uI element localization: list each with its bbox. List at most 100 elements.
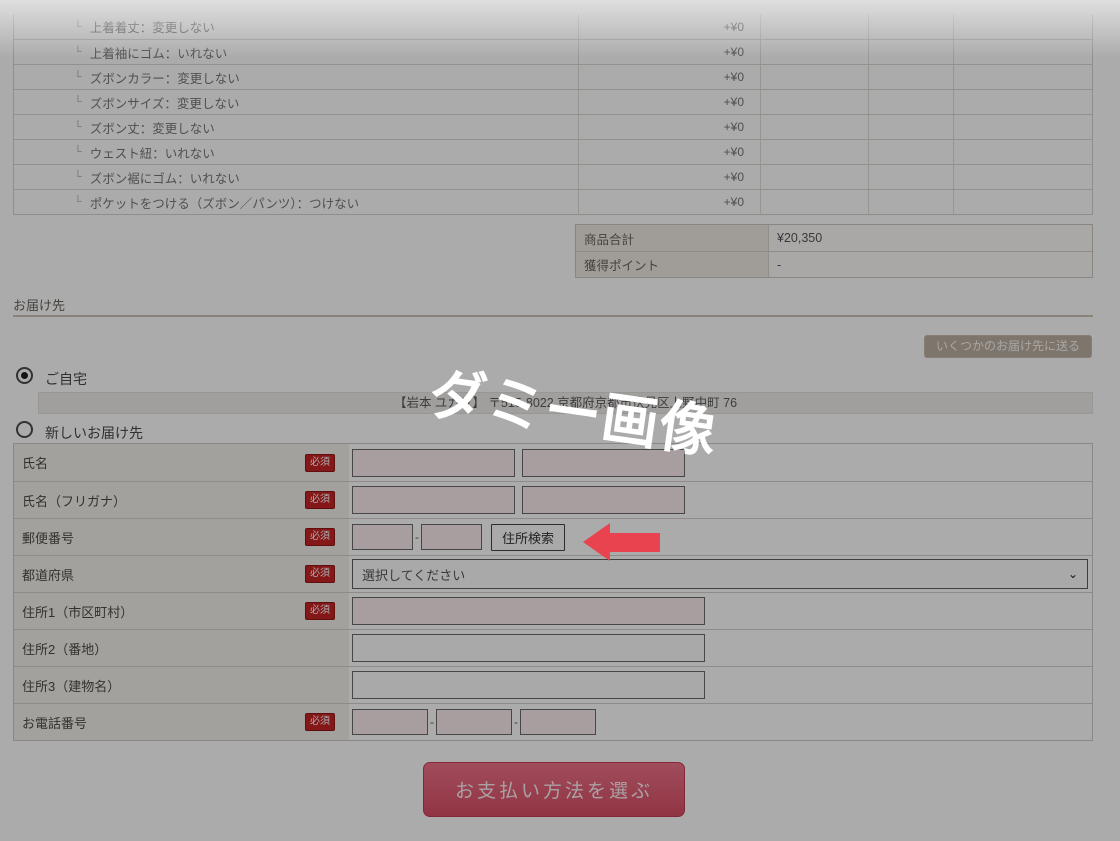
option-empty-cell: [953, 40, 1092, 64]
option-empty-cell: [760, 165, 868, 189]
option-row: └ ウェスト紐：いれない +¥0: [14, 139, 1092, 164]
tree-branch-icon: └: [74, 21, 82, 33]
option-price: +¥0: [578, 115, 760, 139]
home-address-radio-label[interactable]: ご自宅: [45, 369, 87, 389]
option-row: └上着袖にゴム：いれない +¥0: [14, 39, 1092, 64]
phone-input-3[interactable]: [520, 709, 596, 735]
option-empty-cell: [953, 90, 1092, 114]
phone-input-2[interactable]: [436, 709, 512, 735]
postal-code-input-1[interactable]: [352, 524, 413, 550]
order-totals-table: 商品合計 ¥20,350 獲得ポイント -: [575, 224, 1093, 278]
option-row: └ポケットをつける（ズボン／パンツ）：つけない +¥0: [14, 189, 1092, 214]
address2-input[interactable]: [352, 634, 705, 662]
new-address-radio[interactable]: [16, 421, 33, 438]
option-label: ポケットをつける（ズボン／パンツ）：つけない: [90, 193, 359, 212]
option-empty-cell: [868, 40, 953, 64]
option-row: └上着着丈：変更しない +¥0: [14, 14, 1092, 39]
option-label: 上着着丈：変更しない: [90, 17, 215, 36]
choose-payment-method-button[interactable]: お支払い方法を選ぶ: [423, 762, 685, 817]
address1-input[interactable]: [352, 597, 705, 625]
last-name-input[interactable]: [352, 449, 515, 477]
form-row-phone: お電話番号 必須 - -: [14, 703, 1092, 740]
option-label: ズボンカラー：変更しない: [90, 68, 240, 87]
tree-branch-icon: └: [74, 121, 82, 133]
required-badge: 必須: [305, 454, 335, 472]
field-label: 住所2（番地）: [22, 639, 107, 658]
option-empty-cell: [868, 165, 953, 189]
field-label: 氏名: [22, 453, 48, 472]
field-label: 住所3（建物名）: [22, 676, 120, 695]
address3-input[interactable]: [352, 671, 705, 699]
prefecture-select[interactable]: 選択してください ⌄: [352, 559, 1088, 589]
tree-branch-icon: └: [74, 46, 82, 58]
field-label: 氏名（フリガナ）: [22, 491, 126, 510]
form-row-name: 氏名 必須: [14, 444, 1092, 481]
option-empty-cell: [760, 40, 868, 64]
option-label: ズボン丈：変更しない: [90, 118, 215, 137]
field-label: 住所1（市区町村）: [22, 602, 133, 621]
hyphen-separator: -: [514, 715, 518, 729]
phone-input-1[interactable]: [352, 709, 428, 735]
field-label: お電話番号: [22, 713, 87, 732]
saved-home-address: 【岩本 ユカリ】 〒515-8022 京都府京都市伏見区上野中町 76: [38, 392, 1093, 414]
option-empty-cell: [953, 65, 1092, 89]
postal-code-input-2[interactable]: [421, 524, 482, 550]
option-price: +¥0: [578, 65, 760, 89]
multi-address-button[interactable]: いくつかのお届け先に送る: [924, 335, 1092, 358]
option-price: +¥0: [578, 90, 760, 114]
option-empty-cell: [868, 14, 953, 39]
option-empty-cell: [953, 140, 1092, 164]
address-form: 氏名 必須 氏名（フリガナ） 必須 郵便番号 必須 - 住所検索: [13, 443, 1093, 741]
tree-branch-icon: └: [74, 171, 82, 183]
option-empty-cell: [953, 190, 1092, 214]
option-empty-cell: [868, 115, 953, 139]
option-empty-cell: [953, 14, 1092, 39]
required-badge: 必須: [305, 602, 335, 620]
option-empty-cell: [868, 65, 953, 89]
prefecture-select-value: 選択してください: [362, 565, 465, 584]
option-price: +¥0: [578, 165, 760, 189]
option-row: └ ズボンサイズ：変更しない +¥0: [14, 89, 1092, 114]
subtotal-label: 商品合計: [576, 225, 769, 251]
option-empty-cell: [760, 14, 868, 39]
checkout-page: └上着着丈：変更しない +¥0 └上着袖にゴム：いれない +¥0 └ズボンカラー…: [0, 0, 1120, 841]
option-label: ズボンサイズ：変更しない: [90, 93, 240, 112]
address-search-button[interactable]: 住所検索: [491, 524, 565, 551]
option-empty-cell: [868, 190, 953, 214]
option-price: +¥0: [578, 40, 760, 64]
form-row-address3: 住所3（建物名）: [14, 666, 1092, 703]
last-name-kana-input[interactable]: [352, 486, 515, 514]
form-row-name-kana: 氏名（フリガナ） 必須: [14, 481, 1092, 518]
option-row: └ズボンカラー：変更しない +¥0: [14, 64, 1092, 89]
option-empty-cell: [868, 90, 953, 114]
option-empty-cell: [760, 65, 868, 89]
option-row: └ズボン裾にゴム：いれない +¥0: [14, 164, 1092, 189]
form-row-postal-code: 郵便番号 必須 - 住所検索: [14, 518, 1092, 555]
required-badge: 必須: [305, 491, 335, 509]
option-price: +¥0: [578, 140, 760, 164]
field-label: 都道府県: [22, 565, 74, 584]
home-address-radio[interactable]: [16, 367, 33, 384]
required-badge: 必須: [305, 528, 335, 546]
points-label: 獲得ポイント: [576, 252, 769, 277]
tree-branch-icon: └: [74, 96, 82, 108]
required-badge: 必須: [305, 565, 335, 583]
hyphen-separator: -: [415, 530, 419, 544]
delivery-section-title: お届け先: [13, 295, 65, 314]
option-label: ウェスト紐：いれない: [90, 143, 215, 162]
first-name-kana-input[interactable]: [522, 486, 685, 514]
form-row-address2: 住所2（番地）: [14, 629, 1092, 666]
subtotal-row: 商品合計 ¥20,350: [576, 225, 1092, 251]
option-empty-cell: [953, 115, 1092, 139]
option-row: └ ズボン丈：変更しない +¥0: [14, 114, 1092, 139]
new-address-radio-label[interactable]: 新しいお届け先: [45, 423, 143, 443]
points-row: 獲得ポイント -: [576, 251, 1092, 277]
required-badge: 必須: [305, 713, 335, 731]
form-row-address1: 住所1（市区町村） 必須: [14, 592, 1092, 629]
section-divider: [13, 315, 1093, 317]
form-row-prefecture: 都道府県 必須 選択してください ⌄: [14, 555, 1092, 592]
tree-branch-icon: └: [74, 146, 82, 158]
first-name-input[interactable]: [522, 449, 685, 477]
hyphen-separator: -: [430, 715, 434, 729]
tree-branch-icon: └: [74, 196, 82, 208]
